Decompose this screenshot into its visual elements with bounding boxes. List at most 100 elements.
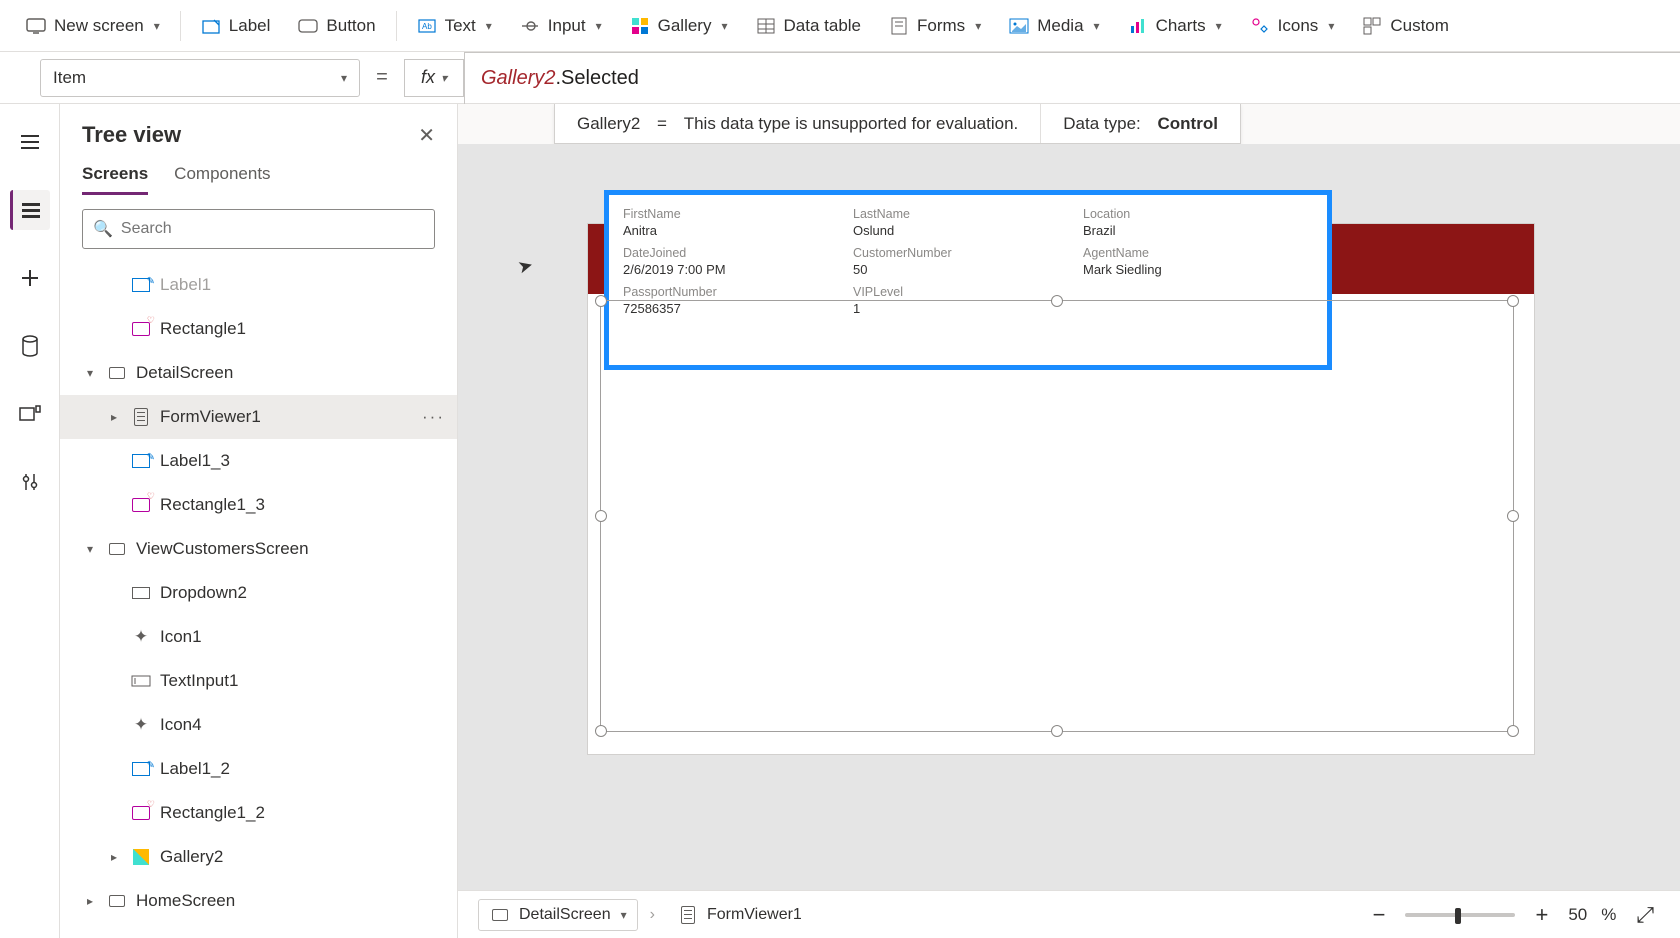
icons-button[interactable]: Icons ▾ (1236, 10, 1349, 42)
search-field[interactable] (121, 220, 424, 238)
chevron-down-icon[interactable]: ▾ (82, 542, 98, 556)
node-label: Dropdown2 (160, 583, 247, 603)
tree-node-dropdown2[interactable]: Dropdown2 (60, 571, 457, 615)
more-icon[interactable]: ··· (422, 407, 445, 427)
screen-icon (26, 16, 46, 36)
custom-button[interactable]: Custom (1348, 10, 1463, 42)
tree-node-detailscreen[interactable]: ▾ DetailScreen (60, 351, 457, 395)
tree-node-homescreen[interactable]: ▸HomeScreen (60, 879, 457, 923)
tree-node-viewcustomers[interactable]: ▾ViewCustomersScreen (60, 527, 457, 571)
zoom-value: 50 (1568, 905, 1587, 925)
search-input[interactable]: 🔍 (82, 209, 435, 249)
chevron-down-icon: ▾ (154, 19, 160, 33)
text-button[interactable]: Ab Text ▾ (403, 10, 506, 42)
formula-identifier: Gallery2 (481, 67, 555, 90)
formviewer-selection[interactable]: FirstNameAnitra LastNameOslund LocationB… (604, 190, 1332, 370)
node-label: DetailScreen (136, 363, 233, 383)
property-selector[interactable]: Item ▾ (40, 59, 360, 97)
shapes-icon: ✦ (130, 714, 152, 736)
tree-node-label1-2[interactable]: Label1_2 (60, 747, 457, 791)
crumb-label: FormViewer1 (707, 906, 802, 924)
field-agentname: AgentNameMark Siedling (1083, 246, 1313, 277)
canvas[interactable]: ➤ Customer Details FirstNameAnitra LastN… (458, 144, 1680, 890)
datatable-label: Data table (784, 16, 862, 36)
screen-icon (106, 890, 128, 912)
close-icon[interactable]: ✕ (418, 123, 435, 148)
tab-screens[interactable]: Screens (82, 164, 148, 195)
tree-node-icon1[interactable]: ✦Icon1 (60, 615, 457, 659)
media-button[interactable]: Media ▾ (995, 10, 1113, 42)
new-screen-button[interactable]: New screen ▾ (12, 10, 174, 42)
tree-node-rectangle1-3[interactable]: Rectangle1_3 (60, 483, 457, 527)
media-icon (1009, 16, 1029, 36)
node-label: Label1 (160, 275, 211, 295)
chevron-down-icon[interactable]: ▾ (82, 366, 98, 380)
fit-to-window-button[interactable]: ⤢ (1630, 900, 1660, 930)
result-identifier: Gallery2 (577, 114, 640, 134)
node-label: Label1_2 (160, 759, 230, 779)
separator (180, 11, 181, 41)
input-button[interactable]: Input ▾ (506, 10, 616, 42)
field-firstname: FirstNameAnitra (623, 207, 853, 238)
button-label: Button (326, 16, 375, 36)
slider-thumb[interactable] (1455, 908, 1461, 924)
screen-icon (106, 362, 128, 384)
node-label: Gallery2 (160, 847, 223, 867)
zoom-out-button[interactable]: − (1367, 900, 1392, 930)
field-customernumber: CustomerNumber50 (853, 246, 1083, 277)
tree-node-icon4[interactable]: ✦Icon4 (60, 703, 457, 747)
tree-node-textinput1[interactable]: TextInput1 (60, 659, 457, 703)
field-passportnumber: PassportNumber72586357 (623, 285, 853, 316)
forms-button[interactable]: Forms ▾ (875, 10, 995, 42)
tree-node-rectangle1-2[interactable]: Rectangle1_2 (60, 791, 457, 835)
data-button[interactable] (10, 326, 50, 366)
fx-button[interactable]: fx ▾ (404, 59, 464, 97)
formula-input[interactable]: Gallery2.Selected (464, 52, 1680, 104)
form-grid: FirstNameAnitra LastNameOslund LocationB… (623, 207, 1313, 316)
label-icon (130, 450, 152, 472)
chevron-right-icon[interactable]: ▸ (106, 410, 122, 424)
advanced-tools-button[interactable] (10, 462, 50, 502)
datatable-button[interactable]: Data table (742, 10, 876, 42)
field-label: PassportNumber (623, 285, 853, 299)
zoom-in-button[interactable]: + (1529, 900, 1554, 930)
input-label: Input (548, 16, 586, 36)
chevron-right-icon[interactable]: ▸ (106, 850, 122, 864)
gallery-button[interactable]: Gallery ▾ (616, 10, 742, 42)
screen-icon (106, 934, 128, 938)
field-label: Location (1083, 207, 1313, 221)
field-value: 1 (853, 301, 1083, 316)
chevron-right-icon[interactable]: ▸ (82, 894, 98, 908)
tab-components[interactable]: Components (174, 164, 270, 195)
field-value: Brazil (1083, 223, 1313, 238)
tree-scroll[interactable]: Label1 Rectangle1 ▾ DetailScreen ▸FormVie… (60, 263, 457, 938)
tree-node-label1-3[interactable]: Label1_3 (60, 439, 457, 483)
zoom-slider[interactable] (1405, 913, 1515, 917)
formula-rest: .Selected (555, 67, 638, 90)
screen-icon (489, 904, 511, 926)
input-icon (520, 16, 540, 36)
field-label: LastName (853, 207, 1083, 221)
breadcrumb-sep: › (650, 906, 655, 924)
tree-view-button[interactable] (10, 190, 50, 230)
charts-icon (1128, 16, 1148, 36)
tree-node-formviewer1[interactable]: ▸FormViewer1··· (60, 395, 457, 439)
label-button[interactable]: Label (187, 10, 285, 42)
breadcrumb-formviewer1[interactable]: FormViewer1 (667, 900, 812, 930)
media-rail-button[interactable] (10, 394, 50, 434)
node-label: Rectangle1_2 (160, 803, 265, 823)
label-icon (201, 16, 221, 36)
charts-button[interactable]: Charts ▾ (1114, 10, 1236, 42)
node-label: Rectangle1 (160, 319, 246, 339)
hamburger-button[interactable] (10, 122, 50, 162)
datatype-value: Control (1158, 114, 1218, 134)
tree-node-label1[interactable]: Label1 (60, 263, 457, 307)
tree-node-gallery2[interactable]: ▸ Gallery2 (60, 835, 457, 879)
insert-ribbon: New screen ▾ Label Button Ab Text ▾ Inpu… (0, 0, 1680, 52)
insert-button[interactable] (10, 258, 50, 298)
breadcrumb-detailscreen[interactable]: DetailScreen ▾ (478, 899, 638, 931)
button-button[interactable]: Button (284, 10, 389, 42)
tree-node-rectangle1[interactable]: Rectangle1 (60, 307, 457, 351)
media-label: Media (1037, 16, 1083, 36)
tree-node-documentation[interactable]: ▸Documentation (60, 923, 457, 938)
